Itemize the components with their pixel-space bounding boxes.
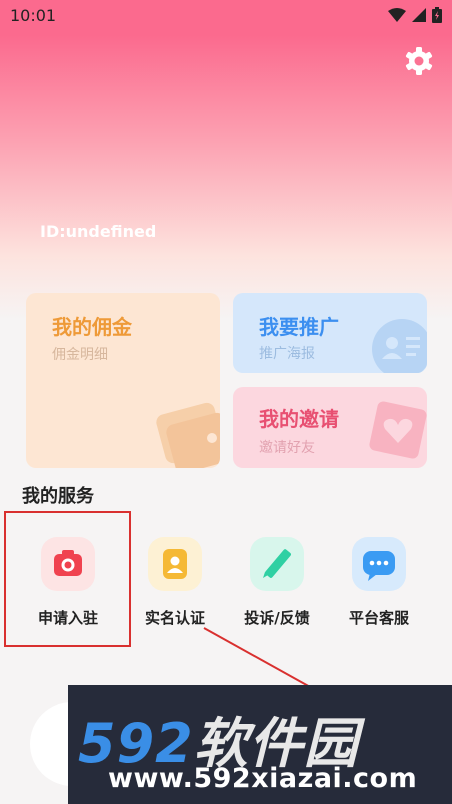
commission-title: 我的佣金 <box>52 315 132 339</box>
highlight-box <box>4 511 131 647</box>
user-id-label: ID:undefined <box>40 222 157 241</box>
invite-subtitle: 邀请好友 <box>259 440 315 456</box>
service-label: 平台客服 <box>348 609 409 627</box>
promote-subtitle: 推广海报 <box>259 346 315 362</box>
person-badge-icon-tile <box>148 537 202 591</box>
status-bar: 10:01 <box>0 0 452 32</box>
pencil-icon-tile <box>250 537 304 591</box>
pencil-icon <box>263 549 291 578</box>
service-complaint-feedback[interactable]: 投诉/反馈 <box>222 537 332 637</box>
promote-card[interactable]: 我要推广 推广海报 <box>233 293 427 373</box>
invite-card[interactable]: 我的邀请 邀请好友 <box>233 387 427 468</box>
commission-subtitle: 佣金明细 <box>52 347 108 363</box>
service-label: 实名认证 <box>144 609 205 627</box>
person-badge-icon <box>163 549 187 579</box>
signal-icon <box>412 8 426 22</box>
header-background <box>0 0 452 320</box>
status-icons <box>388 7 442 23</box>
commission-card[interactable]: 我的佣金 佣金明细 <box>26 293 220 468</box>
wifi-icon <box>388 8 406 22</box>
service-real-name-auth[interactable]: 实名认证 <box>120 537 230 637</box>
promote-title: 我要推广 <box>259 315 339 339</box>
watermark-url: www.592xiazai.com <box>108 763 418 794</box>
chat-bubble-icon <box>363 551 395 581</box>
invite-title: 我的邀请 <box>259 407 339 431</box>
gear-icon[interactable] <box>403 45 435 77</box>
battery-icon <box>432 7 442 23</box>
status-time: 10:01 <box>10 6 57 25</box>
service-label: 投诉/反馈 <box>244 609 310 627</box>
service-customer-support[interactable]: 平台客服 <box>324 537 434 637</box>
chat-bubble-icon-tile <box>352 537 406 591</box>
heart-card-icon <box>369 401 427 459</box>
watermark-banner: 592软件园 www.592xiazai.com <box>68 685 452 804</box>
wallet-icon <box>156 402 220 468</box>
services-title: 我的服务 <box>22 486 94 507</box>
id-card-icon <box>372 319 427 373</box>
